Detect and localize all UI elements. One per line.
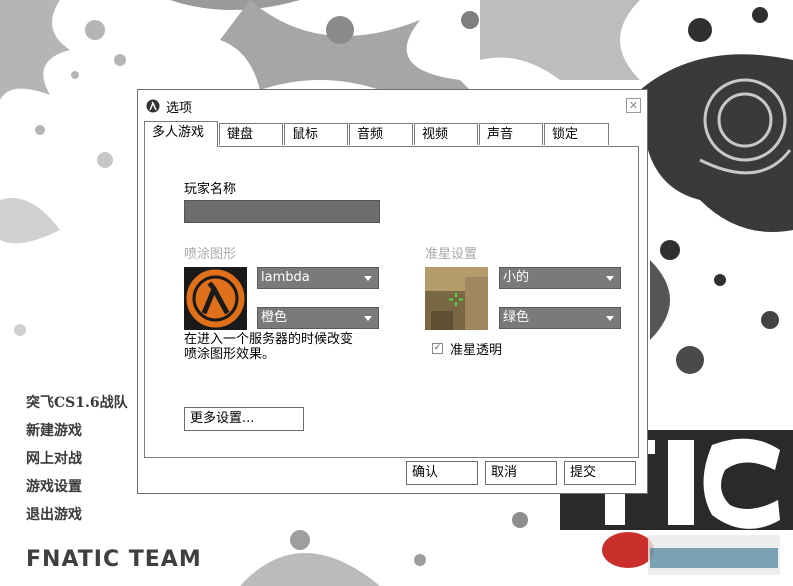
crosshair-color-select-value: 绿色 bbox=[503, 310, 530, 325]
crosshair-label: 准星设置 bbox=[425, 247, 478, 262]
menu-item-clan[interactable]: 突飞CS1.6战队 bbox=[26, 393, 128, 421]
crosshair-translucent-checkbox[interactable]: ✓ bbox=[432, 343, 443, 354]
options-dialog: 选项 ✕ 多人游戏 键盘 鼠标 音频 视频 声音 锁定 玩家名称 喷涂图形 la… bbox=[137, 89, 648, 494]
ok-button[interactable]: 确认 bbox=[406, 461, 478, 485]
more-settings-button[interactable]: 更多设置... bbox=[184, 407, 304, 431]
tab-video[interactable]: 视频 bbox=[414, 123, 478, 145]
tab-keyboard[interactable]: 键盘 bbox=[219, 123, 283, 145]
half-life-logo-icon bbox=[146, 99, 160, 113]
crosshair-size-select[interactable]: 小的 bbox=[499, 267, 621, 289]
chevron-down-icon bbox=[364, 316, 372, 321]
spray-preview-lambda-icon bbox=[184, 267, 247, 330]
dialog-title: 选项 bbox=[166, 101, 193, 116]
menu-item-quit[interactable]: 退出游戏 bbox=[26, 505, 128, 533]
crosshair-color-select[interactable]: 绿色 bbox=[499, 307, 621, 329]
tab-lock[interactable]: 锁定 bbox=[544, 123, 609, 145]
tab-voice[interactable]: 声音 bbox=[479, 123, 543, 145]
spray-label: 喷涂图形 bbox=[184, 247, 237, 262]
tab-mouse[interactable]: 鼠标 bbox=[284, 123, 348, 145]
spray-description: 在进入一个服务器的时候改变 喷涂图形效果。 bbox=[184, 332, 404, 362]
menu-item-new-game[interactable]: 新建游戏 bbox=[26, 421, 128, 449]
menu-item-game-settings[interactable]: 游戏设置 bbox=[26, 477, 128, 505]
tab-multiplayer[interactable]: 多人游戏 bbox=[144, 121, 218, 147]
spray-description-line2: 喷涂图形效果。 bbox=[184, 347, 276, 362]
spray-select-value: lambda bbox=[261, 270, 310, 285]
checkmark-icon: ✓ bbox=[433, 343, 442, 353]
close-button[interactable]: ✕ bbox=[626, 98, 641, 113]
player-name-input[interactable] bbox=[184, 200, 380, 223]
crosshair-preview-image bbox=[425, 267, 488, 330]
main-menu: 突飞CS1.6战队 新建游戏 网上对战 游戏设置 退出游戏 bbox=[26, 393, 128, 533]
chevron-down-icon bbox=[606, 316, 614, 321]
crosshair-size-select-value: 小的 bbox=[503, 270, 530, 285]
spray-color-select[interactable]: 橙色 bbox=[257, 307, 379, 329]
player-name-label: 玩家名称 bbox=[184, 182, 237, 197]
spray-description-line1: 在进入一个服务器的时候改变 bbox=[184, 332, 354, 347]
menu-item-online-battle[interactable]: 网上对战 bbox=[26, 449, 128, 477]
spray-color-select-value: 橙色 bbox=[261, 310, 288, 325]
spray-select[interactable]: lambda bbox=[257, 267, 379, 289]
chevron-down-icon bbox=[364, 276, 372, 281]
team-logo: FNATIC TEAM bbox=[26, 547, 202, 572]
chevron-down-icon bbox=[606, 276, 614, 281]
multiplayer-panel: 玩家名称 喷涂图形 lambda 橙色 在进入一个服务器的时候改变 喷涂图形效果… bbox=[144, 146, 639, 458]
tab-audio[interactable]: 音频 bbox=[349, 123, 413, 145]
cancel-button[interactable]: 取消 bbox=[485, 461, 557, 485]
crosshair-translucent-label: 准星透明 bbox=[450, 343, 503, 358]
apply-button[interactable]: 提交 bbox=[564, 461, 636, 485]
close-icon: ✕ bbox=[628, 99, 639, 112]
